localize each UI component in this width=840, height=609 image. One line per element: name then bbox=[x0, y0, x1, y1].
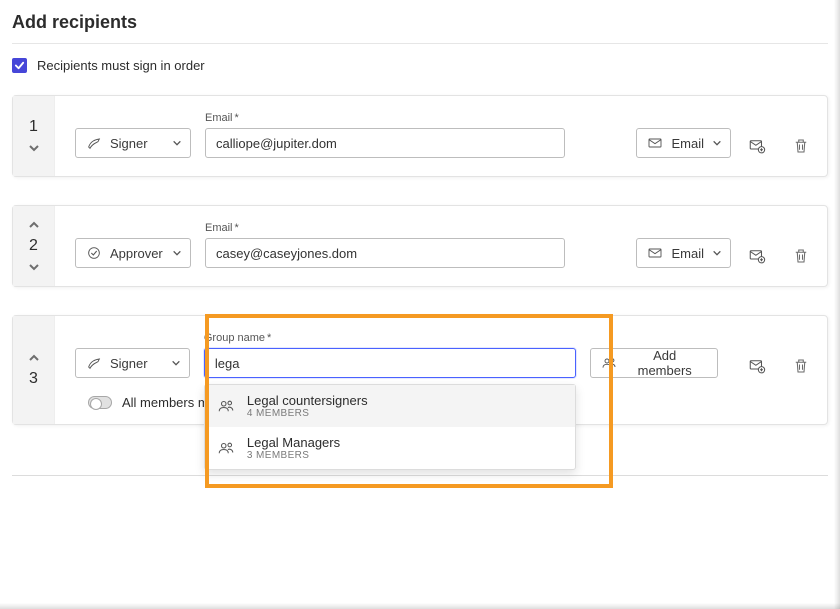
page-shadow-right bbox=[834, 0, 840, 609]
group-name-input[interactable] bbox=[204, 348, 576, 378]
message-plus-icon bbox=[748, 137, 766, 155]
group-suggestion-meta: 4 MEMBERS bbox=[247, 408, 368, 419]
role-selector[interactable]: Signer bbox=[75, 348, 190, 378]
role-label: Approver bbox=[110, 246, 164, 261]
order-column: 1 bbox=[13, 96, 55, 176]
check-circle-icon bbox=[86, 245, 102, 261]
chevron-down-icon bbox=[712, 248, 722, 258]
recipient-row: 1 Signer Email* Email bbox=[12, 95, 828, 177]
envelope-icon bbox=[647, 135, 663, 151]
message-plus-icon bbox=[748, 247, 766, 265]
order-number: 3 bbox=[29, 370, 38, 388]
add-members-label: Add members bbox=[625, 348, 705, 378]
delivery-label: Email bbox=[671, 136, 704, 151]
role-selector[interactable]: Approver bbox=[75, 238, 191, 268]
email-label: Email* bbox=[205, 222, 565, 234]
chevron-up-icon[interactable] bbox=[28, 219, 40, 231]
check-icon bbox=[14, 60, 25, 71]
chevron-down-icon bbox=[172, 138, 182, 148]
delivery-selector[interactable]: Email bbox=[636, 128, 731, 158]
chevron-down-icon[interactable] bbox=[28, 261, 40, 273]
envelope-icon bbox=[647, 245, 663, 261]
group-icon bbox=[217, 397, 235, 415]
delivery-selector[interactable]: Email bbox=[636, 238, 731, 268]
delete-button[interactable] bbox=[789, 134, 813, 158]
delete-button[interactable] bbox=[789, 354, 813, 378]
all-members-toggle[interactable] bbox=[88, 396, 112, 409]
sign-order-checkbox[interactable] bbox=[12, 58, 27, 73]
group-suggestions-dropdown: Legal countersigners 4 MEMBERS Legal Man… bbox=[204, 384, 576, 470]
group-suggestion-name: Legal countersigners bbox=[247, 393, 368, 408]
chevron-down-icon bbox=[712, 138, 722, 148]
trash-icon bbox=[792, 247, 810, 265]
order-number: 2 bbox=[29, 237, 38, 255]
order-column: 2 bbox=[13, 206, 55, 286]
email-input[interactable] bbox=[205, 128, 565, 158]
recipient-row-group: 3 Signer Group name* Legal countersigner… bbox=[12, 315, 828, 425]
bottom-rule bbox=[12, 475, 828, 476]
role-label: Signer bbox=[110, 356, 163, 371]
chevron-down-icon bbox=[172, 248, 182, 258]
recipient-row: 2 Approver Email* Email bbox=[12, 205, 828, 287]
page-title: Add recipients bbox=[12, 8, 828, 44]
group-suggestion-item[interactable]: Legal Managers 3 MEMBERS bbox=[205, 427, 575, 469]
email-input[interactable] bbox=[205, 238, 565, 268]
trash-icon bbox=[792, 137, 810, 155]
chevron-up-icon[interactable] bbox=[28, 352, 40, 364]
chevron-down-icon bbox=[171, 358, 181, 368]
pen-icon bbox=[86, 355, 102, 371]
group-suggestion-name: Legal Managers bbox=[247, 435, 340, 450]
chevron-down-icon[interactable] bbox=[28, 142, 40, 154]
pen-icon bbox=[86, 135, 102, 151]
delivery-label: Email bbox=[671, 246, 704, 261]
group-icon bbox=[601, 355, 617, 371]
trash-icon bbox=[792, 357, 810, 375]
group-suggestion-item[interactable]: Legal countersigners 4 MEMBERS bbox=[205, 385, 575, 427]
role-label: Signer bbox=[110, 136, 164, 151]
delete-button[interactable] bbox=[789, 244, 813, 268]
role-selector[interactable]: Signer bbox=[75, 128, 191, 158]
order-column: 3 bbox=[13, 316, 55, 424]
add-attachment-button[interactable] bbox=[746, 354, 770, 378]
add-attachment-button[interactable] bbox=[745, 244, 769, 268]
message-plus-icon bbox=[748, 357, 766, 375]
add-attachment-button[interactable] bbox=[745, 134, 769, 158]
group-name-label: Group name* bbox=[204, 332, 576, 344]
group-suggestion-meta: 3 MEMBERS bbox=[247, 450, 340, 461]
order-number: 1 bbox=[29, 118, 38, 136]
sign-order-row: Recipients must sign in order bbox=[12, 58, 828, 73]
page-shadow-bottom bbox=[0, 603, 840, 609]
sign-order-label: Recipients must sign in order bbox=[37, 58, 205, 73]
email-label: Email* bbox=[205, 112, 565, 124]
add-members-button[interactable]: Add members bbox=[590, 348, 718, 378]
group-icon bbox=[217, 439, 235, 457]
